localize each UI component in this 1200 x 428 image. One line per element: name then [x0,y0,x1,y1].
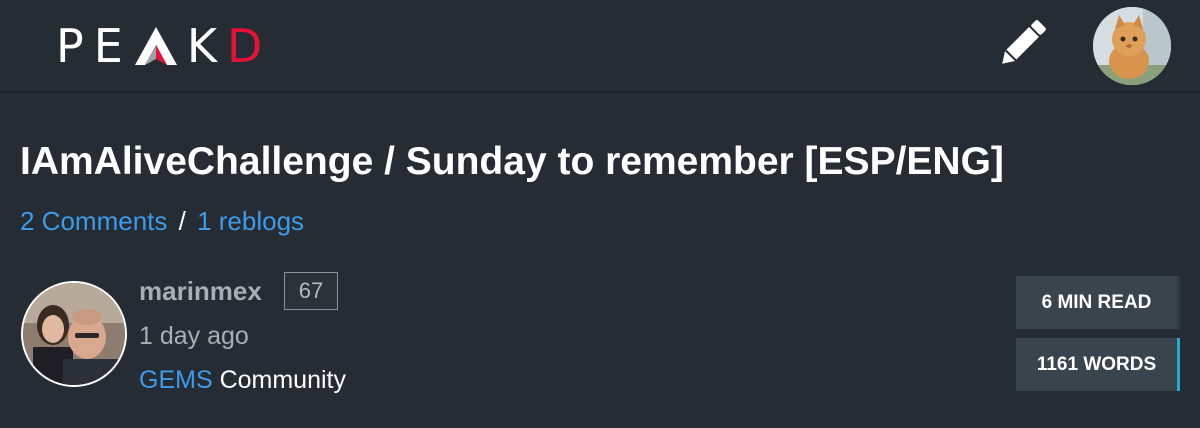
post-timestamp[interactable]: 1 day ago [139,322,249,351]
comments-link[interactable]: 2 Comments [20,206,167,236]
top-navigation-bar: PE K D [0,0,1200,93]
post-meta-links: 2 Comments / 1 reblogs [20,206,304,237]
user-avatar[interactable] [1093,7,1171,85]
author-photo [23,283,125,385]
pencil-icon[interactable] [994,16,1050,72]
community-suffix: Community [219,366,346,394]
author-name[interactable]: marinmex [139,276,262,307]
read-time-badge: 6 MIN READ [1016,276,1180,329]
logo-text-k: K [186,19,227,73]
logo-a-icon [134,27,177,65]
logo-text-d: D [226,19,273,73]
author-avatar[interactable] [21,281,127,387]
post-title[interactable]: IAmAliveChallenge / Sunday to remember [… [20,140,1004,184]
peakd-logo[interactable]: PE K D [56,19,273,73]
reputation-badge: 67 [284,272,338,310]
community-line: GEMS Community [139,366,346,395]
reblogs-link[interactable]: 1 reblogs [197,206,304,236]
word-count-badge: 1161 WORDS [1016,338,1180,391]
community-link[interactable]: GEMS [139,366,213,394]
kitten-avatar-image [1093,7,1171,85]
meta-separator: / [178,206,186,236]
logo-text-left: PE [56,19,133,73]
